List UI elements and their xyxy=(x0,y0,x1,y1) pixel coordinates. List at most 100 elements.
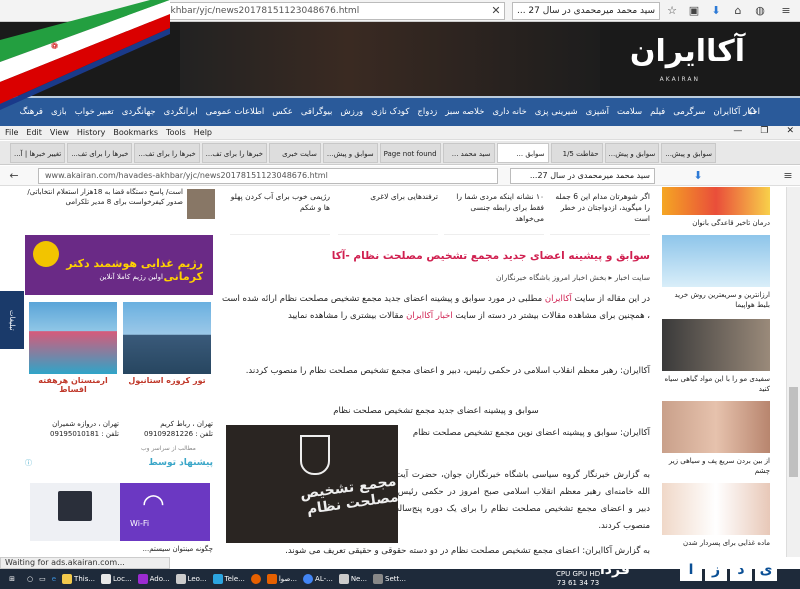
browser-tab[interactable]: Page not found xyxy=(379,142,441,163)
browser-tab-active[interactable]: سوابق ... xyxy=(496,142,549,163)
back-icon[interactable]: ← xyxy=(6,167,22,185)
bottom-snippet[interactable]: چگونه مینتوان سیستم... xyxy=(25,545,213,553)
nav-item[interactable]: خانه داری xyxy=(492,107,526,117)
browser-tab[interactable]: خبرها را برای تف... xyxy=(134,142,200,163)
menu-icon[interactable]: ≡ xyxy=(778,2,794,20)
tour-card[interactable]: ارمنستان هرهفته اقساط xyxy=(29,302,117,394)
browser-tab[interactable]: سوابق و پیش... xyxy=(661,142,716,163)
nav-item[interactable]: خلاصه سبز xyxy=(445,107,484,117)
browser-tab[interactable]: حقاطت 1/5 xyxy=(550,142,603,163)
article: اگر شوهرتان مدام این 6 جمله را میگوید، ا… xyxy=(218,187,660,557)
taskbar-app[interactable]: Leo... xyxy=(173,569,210,589)
wifi-ad[interactable]: ◠ Wi-Fi xyxy=(120,483,210,541)
status-bar: Waiting for ads.akairan.com... xyxy=(0,557,170,569)
taskbar-app[interactable]: Ne... xyxy=(336,569,370,589)
taskbar-app[interactable]: Tele... xyxy=(210,569,248,589)
article-category[interactable]: سایت اخبار ▸ بخش اخبار امروز باشگاه خبرن… xyxy=(496,273,650,282)
menu-file[interactable]: File xyxy=(5,128,18,137)
emblem-icon xyxy=(300,435,330,475)
nav-home-icon[interactable]: ⌂ xyxy=(748,103,756,117)
nav-item[interactable]: کودک نازی xyxy=(371,107,409,117)
search-icon[interactable]: ○ xyxy=(24,569,36,589)
site-link[interactable]: آکاایران xyxy=(545,294,572,304)
task-view-icon[interactable]: ▭ xyxy=(36,569,49,589)
menu-history[interactable]: History xyxy=(77,128,105,137)
left-news-snippet[interactable]: است/ پاسخ دستگاه قضا به 18هزار استعلام ا… xyxy=(25,187,215,227)
maximize-icon[interactable]: ❐ xyxy=(760,126,768,136)
chrome-icon xyxy=(303,574,314,584)
download-icon[interactable]: ⬇ xyxy=(690,167,706,185)
farda-watermark-word: فردا xyxy=(600,562,630,578)
browser-tab[interactable]: سوابق و پیش... xyxy=(604,142,660,163)
nav-item[interactable]: سلامت xyxy=(617,107,642,117)
diet-ad[interactable]: رژیم غذایی هوشمند دکتر کرمانی اولین رژیم… xyxy=(25,235,213,295)
nav-item[interactable]: زدواج xyxy=(417,107,437,117)
close-window-icon[interactable]: ✕ xyxy=(786,126,794,136)
taskbar-app[interactable]: صوا... xyxy=(264,569,300,589)
news-thumbnail xyxy=(187,189,215,219)
related-card[interactable]: ۱۰ نشانه اینکه مردی شما را فقط برای رابط… xyxy=(444,191,544,235)
laptop-ad[interactable] xyxy=(30,483,120,541)
story-image xyxy=(662,483,770,535)
category-link[interactable]: اخبار آکاایران xyxy=(406,311,453,321)
nav-item[interactable]: فیلم xyxy=(650,107,665,117)
nav-item[interactable]: عکس xyxy=(272,107,293,117)
sidebar-story[interactable]: ماده غذایی برای پسردار شدن xyxy=(662,483,770,548)
sidebar-story[interactable]: سفیدی مو را با این مواد گیاهی سیاه کنید xyxy=(662,319,770,394)
menu-view[interactable]: View xyxy=(50,128,69,137)
browser-tab[interactable]: سایت خبری xyxy=(268,142,321,163)
related-card[interactable]: رژیمی خوب برای آب کردن پهلو ها و شکم xyxy=(230,191,330,235)
ad-source-link[interactable]: مطالب از سراسر وب xyxy=(141,445,196,452)
home-icon[interactable]: ⌂ xyxy=(730,2,746,20)
nav-item[interactable]: ورزش xyxy=(340,107,363,117)
site-logo[interactable]: آکاایران xyxy=(630,34,746,69)
nav-item[interactable]: بیوگرافی xyxy=(301,107,333,117)
laptop-image xyxy=(58,491,92,521)
nav-item[interactable]: آشپزی xyxy=(586,107,609,117)
browser-tab[interactable]: خبرها را برای تف... xyxy=(67,142,133,163)
right-column: درمان تاخیر قاعدگی بانوان ارزانترین و سر… xyxy=(662,187,772,557)
menu-edit[interactable]: Edit xyxy=(26,128,42,137)
menu-icon[interactable]: ≡ xyxy=(780,167,796,185)
taskbar-app[interactable]: AL-... xyxy=(300,569,336,589)
download-icon[interactable]: ⬇ xyxy=(708,2,724,20)
browser-tab[interactable]: سید محمد ... xyxy=(442,142,495,163)
scroll-thumb[interactable] xyxy=(789,387,798,477)
related-card[interactable]: ترفندهایی برای لاغری xyxy=(338,191,438,235)
ads-side-tab[interactable]: تبلیغات xyxy=(0,291,24,349)
browser-tab[interactable]: خبرها را برای تف... xyxy=(201,142,267,163)
nav-item[interactable]: شیرینی پزی xyxy=(535,107,578,117)
inner-tab-strip: تغییر خبرها | آ... خبرها را برای تف... خ… xyxy=(0,141,800,165)
sidebar-story[interactable]: از بین بردن سریع پف و سیاهی زیر چشم xyxy=(662,401,770,476)
star-icon[interactable]: ☆ xyxy=(664,2,680,20)
tour-image xyxy=(123,302,211,374)
related-card[interactable]: اگر شوهرتان مدام این 6 جمله را میگوید، ا… xyxy=(550,191,650,235)
sidebar-story[interactable]: درمان تاخیر قاعدگی بانوان xyxy=(662,187,770,228)
menu-bookmarks[interactable]: Bookmarks xyxy=(113,128,158,137)
close-icon[interactable]: ✕ xyxy=(488,2,504,20)
taskbar-app[interactable]: Sett... xyxy=(370,569,409,589)
taskbar-app[interactable]: This... xyxy=(59,569,98,589)
nav-item[interactable]: سرگرمی xyxy=(673,107,705,117)
outer-search-field[interactable]: سید محمد میرمحمدی در سال 27 ... xyxy=(512,2,660,20)
page-scrollbar[interactable] xyxy=(786,187,800,557)
windows-start-icon[interactable]: ⊞ xyxy=(0,569,24,589)
browser-tab[interactable]: تغییر خبرها | آ... xyxy=(10,142,66,163)
taskbar-app[interactable]: Loc... xyxy=(98,569,135,589)
minimize-icon[interactable]: — xyxy=(733,126,742,136)
edge-icon[interactable]: e xyxy=(49,569,59,589)
taskbar-app[interactable] xyxy=(248,569,264,589)
outer-url-bar[interactable]: akhbar/yjc/news20178151123048676.html xyxy=(160,2,505,20)
tour-card[interactable]: تور کروزه استانبول xyxy=(123,302,211,392)
taskbar-app[interactable]: Ado... xyxy=(135,569,173,589)
menu-help[interactable]: Help xyxy=(194,128,212,137)
nav-item[interactable]: اطلاعات عمومی xyxy=(206,107,265,117)
inner-url-bar[interactable]: www.akairan.com/havades-akhbar/yjc/news2… xyxy=(38,168,498,184)
shield-icon[interactable]: ◍ xyxy=(752,2,768,20)
info-icon[interactable]: ⓘ xyxy=(25,458,32,468)
browser-tab[interactable]: سوابق و پیش... xyxy=(322,142,378,163)
lock-icon[interactable]: ▣ xyxy=(686,2,702,20)
sidebar-story[interactable]: ارزانترین و سریعترین روش خرید بلیط هواپی… xyxy=(662,235,770,310)
menu-tools[interactable]: Tools xyxy=(166,128,186,137)
inner-search-field[interactable]: سید محمد میرمحمدی در سال 27... xyxy=(510,168,655,184)
